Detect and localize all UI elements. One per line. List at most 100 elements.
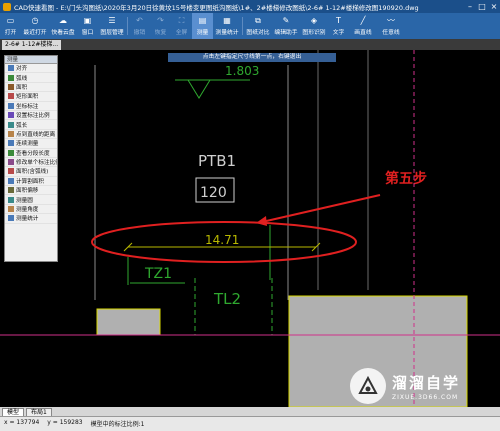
toolbar-button-cloud[interactable]: ☁ 快看云盘 — [49, 13, 77, 39]
palette-item-angle[interactable]: 测量角度 — [5, 205, 57, 215]
palette-item-label: 面积偏移 — [16, 188, 39, 195]
toolbar-button-line[interactable]: ╱ 画直线 — [349, 13, 377, 39]
palette-item-coordinate[interactable]: 坐标标注 — [5, 102, 57, 111]
drawing-canvas[interactable]: 1.803 PTB1 120 14.71 第五步 TZ1 TL2 点击左键指定尺… — [0, 50, 500, 407]
palette-item-label: 测量角度 — [16, 207, 39, 214]
tz1-label: TZ1 — [144, 266, 172, 282]
toolbar-button-label: 测量 — [196, 30, 209, 36]
point-line-icon — [8, 130, 14, 137]
toolbar-button-compare[interactable]: ⧉ 图纸对比 — [244, 13, 272, 39]
palette-item-edit-scale[interactable]: 修改单个标注比例 — [5, 158, 57, 168]
align-icon — [8, 65, 14, 72]
toolbar-button-fullscreen[interactable]: ⛶ 全屏 — [171, 13, 192, 39]
cloud-icon: ☁ — [59, 16, 67, 25]
toolbar-button-layers[interactable]: ☰ 图层管理 — [98, 13, 126, 39]
document-tab[interactable]: 2-6# 1-12#楼梯... — [2, 40, 62, 50]
toolbar-button-label: 打开 — [4, 30, 17, 36]
toolbar-button-ruler[interactable]: ▤ 测量 — [192, 13, 213, 39]
palette-item-label: 面积 — [16, 84, 28, 91]
palette-item-scale[interactable]: 设置标注比例 — [5, 111, 57, 121]
palette-item-segment[interactable]: 查看分段长度 — [5, 149, 57, 158]
toolbar-button-label: 窗口 — [81, 30, 94, 36]
palette-item-label: 连续测量 — [16, 141, 39, 148]
coordinates-readout: x = 137794 y = 159283 模型中的标注比例:1 — [4, 419, 144, 428]
cad-drawing: 1.803 PTB1 120 14.71 第五步 TZ1 TL2 — [0, 50, 500, 407]
maximize-icon[interactable]: □ — [476, 2, 488, 11]
palette-item-label: 点到直线的距离 — [16, 131, 56, 138]
palette-item-align[interactable]: 对齐 — [5, 64, 57, 74]
text-icon: T — [336, 16, 341, 25]
toolbar-button-label: 文字 — [332, 30, 345, 36]
tab-model[interactable]: 模型 — [2, 408, 25, 416]
palette-item-label: 坐标标注 — [16, 103, 39, 110]
toolbar-button-folder-open[interactable]: ▭ 打开 — [0, 13, 21, 39]
toolbar-button-freehand[interactable]: 〰任意线 — [377, 13, 405, 39]
scale-icon — [8, 112, 14, 119]
palette-item-arc-length[interactable]: 弧长 — [5, 120, 57, 130]
top-elevation-label: 1.803 — [225, 64, 259, 78]
toolbar-button-label: 图纸对比 — [246, 30, 270, 36]
palette-item-label: 弧长 — [16, 122, 28, 129]
toolbar-button-clock[interactable]: ◷ 最近打开 — [21, 13, 49, 39]
ruler-icon: ▤ — [198, 16, 207, 25]
palette-item-rect-area[interactable]: 矩形面积 — [5, 92, 57, 102]
palette-item-label: 矩形面积 — [16, 94, 39, 101]
palette-item-label: 查看分段长度 — [16, 150, 50, 157]
toolbar-button-label: 图层管理 — [100, 30, 124, 36]
dimension-value: 14.71 — [205, 233, 239, 247]
document-tab-bar: 2-6# 1-12#楼梯... — [0, 39, 500, 50]
tl2-label: TL2 — [213, 290, 241, 308]
toolbar-button-label: 撤销 — [133, 30, 146, 36]
palette-item-continuous[interactable]: 连续测量 — [5, 139, 57, 149]
palette-item-cut-area[interactable]: 计算割面积 — [5, 177, 57, 187]
palette-item-label: 弧线 — [16, 75, 28, 82]
palette-item-area[interactable]: 面积 — [5, 83, 57, 93]
status-bar: 模型 布局1 x = 137794 y = 159283 模型中的标注比例:1 — [0, 407, 500, 431]
arc-length-icon — [8, 121, 14, 128]
app-logo-icon — [3, 2, 11, 11]
palette-item-stats[interactable]: 测量统计 — [5, 214, 57, 224]
toolbar-separator — [127, 17, 128, 35]
ruler-stats-icon: ▦ — [223, 16, 231, 25]
palette-item-label: 修改单个标注比例 — [16, 160, 57, 167]
tab-layout1[interactable]: 布局1 — [26, 408, 52, 416]
edit-icon: ✎ — [282, 16, 290, 25]
offset-icon — [8, 187, 14, 194]
watermark: 溜溜自学 ZIXUE.3D66.COM — [350, 362, 496, 410]
stats-icon — [8, 215, 14, 222]
continuous-icon — [8, 140, 14, 147]
palette-item-arc-area[interactable]: 面积(含弧线) — [5, 167, 57, 177]
palette-item-circle[interactable]: 测量圆 — [5, 195, 57, 205]
palette-item-label: 设置标注比例 — [16, 113, 50, 120]
palette-item-point-line[interactable]: 点到直线的距离 — [5, 130, 57, 140]
toolbar-button-shape-recognition[interactable]: ◈ 图形识别 — [300, 13, 328, 39]
toolbar-button-window[interactable]: ▣ 窗口 — [77, 13, 98, 39]
x-coordinate: x = 137794 — [4, 419, 40, 426]
toolbar-button-ruler-stats[interactable]: ▦ 测量统计 — [213, 13, 241, 39]
toolbar-button-redo[interactable]: ↷ 恢复 — [150, 13, 171, 39]
layers-icon: ☰ — [108, 16, 116, 25]
toolbar-button-text[interactable]: T 文字 — [328, 13, 349, 39]
column-block — [96, 308, 161, 336]
minimize-icon[interactable]: – — [464, 2, 476, 11]
watermark-url: ZIXUE.3D66.COM — [392, 393, 459, 401]
angle-icon — [8, 206, 14, 213]
palette-item-label: 测量统计 — [16, 216, 39, 223]
ptb1-label: PTB1 — [198, 152, 236, 170]
palette-item-offset[interactable]: 面积偏移 — [5, 186, 57, 196]
toolbar-button-label: 测量统计 — [215, 30, 239, 36]
y-coordinate: y = 159283 — [47, 419, 83, 426]
cut-area-icon — [8, 177, 14, 184]
arc-icon — [8, 74, 14, 81]
palette-item-arc[interactable]: 弧线 — [5, 73, 57, 83]
toolbar-button-undo[interactable]: ↶ 撤销 — [129, 13, 150, 39]
palette-item-label: 面积(含弧线) — [16, 169, 49, 176]
toolbar-button-edit[interactable]: ✎ 编辑助手 — [272, 13, 300, 39]
watermark-title: 溜溜自学 — [392, 373, 461, 392]
main-toolbar: ▭ 打开 ◷ 最近打开 ☁ 快看云盘 ▣ 窗口 ☰ 图层管理 ↶ 撤销 ↷ 恢复 ⛶ 全屏 ▤ 测量 ▦ 测量统计 ⧉ 图… — [0, 13, 500, 39]
close-icon[interactable]: × — [488, 2, 500, 11]
toolbar-separator — [242, 17, 243, 35]
line-icon: ╱ — [360, 16, 366, 25]
area-icon — [8, 83, 14, 90]
annotation-scale: 模型中的标注比例:1 — [90, 421, 145, 428]
